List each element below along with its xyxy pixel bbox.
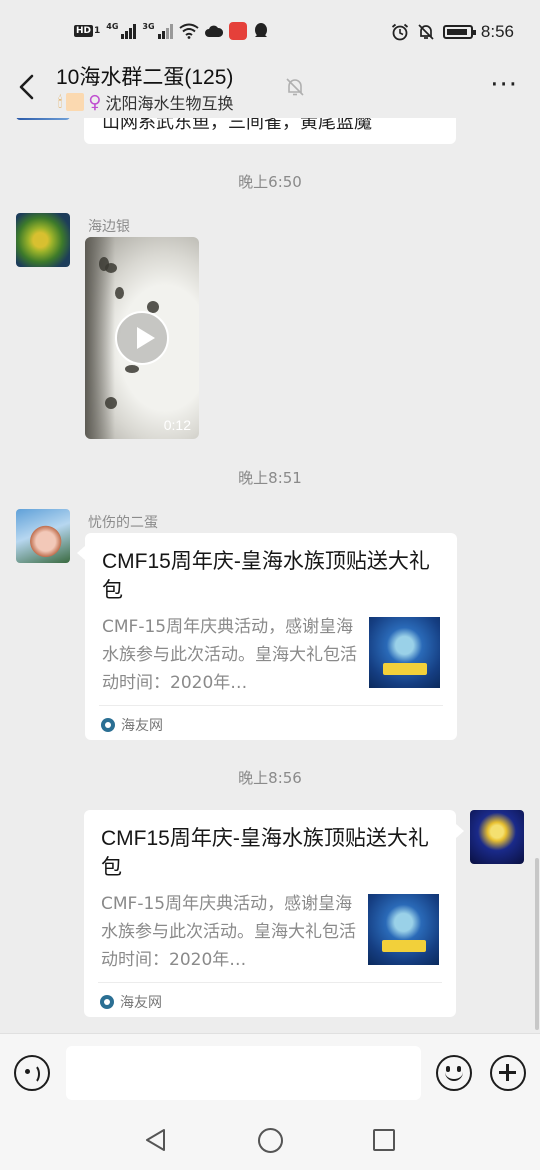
avatar[interactable]: [470, 810, 524, 864]
card-source-name: 海友网: [121, 718, 163, 734]
link-card-message[interactable]: CMF15周年庆-皇海水族顶贴送大礼包 CMF-15周年庆典活动，感谢皇海水族参…: [85, 533, 457, 740]
qq-icon: [254, 23, 267, 37]
video-object: [105, 397, 117, 409]
nav-recents-icon[interactable]: [373, 1129, 395, 1151]
emoji-icon[interactable]: [436, 1055, 472, 1091]
wifi-icon: [178, 23, 199, 39]
battery-icon: [442, 25, 476, 39]
divider: [99, 705, 443, 706]
network-3g-label: 3G: [142, 22, 155, 31]
sender-name: 海边银: [88, 219, 130, 235]
nav-back-icon[interactable]: [144, 1127, 168, 1153]
chat-message-list[interactable]: 山网系武东鱼，三间雀，黄尾蓝魔 晚上6:50 海边银 0:12 晚上8:51 忧…: [0, 118, 540, 1033]
status-left-icons: HD 1 4G 3G: [74, 22, 269, 40]
message-text: 山网系武东鱼，三间雀，黄尾蓝魔: [102, 118, 372, 133]
source-logo-icon: [101, 718, 115, 732]
plus-icon[interactable]: [490, 1055, 526, 1091]
thumbnail-badge: [383, 663, 427, 675]
voice-icon[interactable]: [14, 1055, 50, 1091]
video-message[interactable]: 0:12: [85, 237, 199, 439]
avatar[interactable]: [16, 509, 70, 563]
female-symbol-icon: ♀: [88, 91, 102, 113]
card-source: 海友网: [100, 992, 162, 1012]
cloud-icon: [204, 25, 223, 37]
bubble-tail: [456, 824, 464, 838]
card-title: CMF15周年庆-皇海水族顶贴送大礼包: [102, 550, 430, 602]
torch-emoji-icon: 🕯: [58, 93, 63, 111]
sim-slot-label: 1: [94, 26, 101, 36]
more-icon[interactable]: ···: [490, 72, 518, 98]
card-source: 海友网: [101, 715, 163, 735]
bubble-tail: [77, 546, 85, 560]
mute-icon: [286, 78, 304, 96]
card-title: CMF15周年庆-皇海水族顶贴送大礼包: [101, 827, 429, 879]
message-input[interactable]: [66, 1046, 421, 1100]
back-arrow-icon[interactable]: [14, 70, 42, 104]
group-title: 10海水群二蛋(125): [56, 66, 234, 89]
input-bar: [0, 1033, 540, 1113]
alarm-icon: [391, 23, 408, 41]
play-icon[interactable]: [115, 311, 169, 365]
avatar[interactable]: [16, 213, 70, 267]
video-object: [115, 287, 124, 299]
status-right-icons: 8:56: [391, 22, 514, 42]
message-bubble-partial[interactable]: 山网系武东鱼，三间雀，黄尾蓝魔: [84, 118, 456, 144]
card-source-name: 海友网: [120, 995, 162, 1011]
thumbnail-badge: [382, 940, 426, 952]
signal-4g-icon: [121, 23, 137, 39]
chat-header: 10海水群二蛋(125) 🕯 ♀ 沈阳海水生物互换 ···: [0, 56, 540, 118]
card-thumbnail: [369, 617, 440, 688]
link-card-message[interactable]: CMF15周年庆-皇海水族顶贴送大礼包 CMF-15周年庆典活动，感谢皇海水族参…: [84, 810, 456, 1017]
card-description: CMF-15周年庆典活动，感谢皇海水族参与此次活动。皇海大礼包活动时间：2020…: [101, 894, 356, 970]
sender-name: 忧伤的二蛋: [88, 515, 158, 531]
timestamp: 晚上6:50: [238, 173, 302, 191]
app-notification-icon: [228, 22, 247, 40]
group-subtitle-text: 沈阳海水生物互换: [105, 94, 234, 113]
video-duration: 0:12: [163, 417, 191, 433]
system-nav-bar: [0, 1113, 540, 1170]
status-bar: HD 1 4G 3G 8:56: [0, 0, 540, 64]
signal-3g-icon: [157, 23, 173, 39]
emoji-square-icon: [66, 93, 85, 111]
hd-icon: HD: [74, 25, 94, 37]
divider: [98, 982, 442, 983]
video-object: [105, 263, 117, 273]
group-subtitle: 🕯 ♀ 沈阳海水生物互换: [58, 90, 233, 114]
status-time: 8:56: [480, 22, 514, 41]
timestamp: 晚上8:56: [238, 769, 302, 787]
timestamp: 晚上8:51: [238, 469, 302, 487]
video-object: [125, 365, 139, 373]
avatar[interactable]: [16, 118, 70, 120]
card-thumbnail: [368, 894, 439, 965]
scrollbar[interactable]: [535, 858, 539, 1030]
source-logo-icon: [100, 995, 114, 1009]
mute-bell-icon: [418, 24, 434, 40]
nav-home-icon[interactable]: [258, 1128, 283, 1153]
card-description: CMF-15周年庆典活动，感谢皇海水族参与此次活动。皇海大礼包活动时间：2020…: [102, 617, 357, 693]
network-4g-label: 4G: [106, 22, 119, 31]
